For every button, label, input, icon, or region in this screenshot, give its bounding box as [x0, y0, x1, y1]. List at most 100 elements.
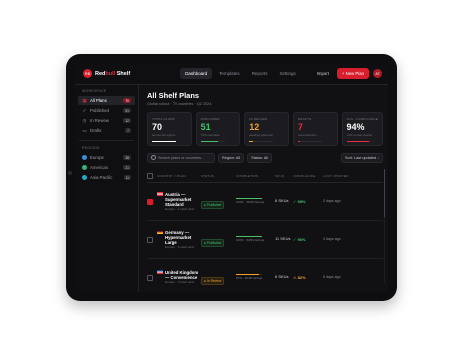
skus-cell: 6 SKUs [275, 274, 289, 280]
plan-meta: Europe · 6 shelf units [165, 244, 195, 249]
flag-icon [157, 229, 163, 234]
tab-templates[interactable]: Templates [214, 68, 245, 79]
status-cell: ● In Review [201, 269, 236, 287]
completion-bar [236, 236, 262, 238]
header-actions: Import + New Plan AT [312, 68, 382, 79]
stat-value: 7 [297, 122, 303, 132]
search-input[interactable]: Search plans or countries... [147, 152, 215, 163]
sidebar-region-americas[interactable]: Americas 21 [78, 163, 135, 172]
new-plan-button[interactable]: + New Plan [336, 68, 369, 79]
globe-icon [82, 155, 87, 160]
tab-dashboard[interactable]: Dashboard [180, 68, 213, 79]
brand-logo[interactable]: RB Redbull Shelf [83, 69, 130, 78]
stat-card-compliance[interactable]: AVG. COMPLIANCE 94% +2% vs last quarter [341, 112, 383, 146]
status-filter[interactable]: Status: All [247, 152, 273, 163]
completion-text: 87% · 26/30 facings [236, 276, 263, 281]
row-checkbox[interactable] [147, 236, 153, 243]
stat-value: 12 [249, 122, 260, 132]
stat-progress-fill [200, 140, 219, 142]
sidebar-item-count: 7 [125, 128, 131, 133]
stat-label: DRAFTS [297, 117, 312, 121]
table-row[interactable]: Germany — Hypermarket Large Europe · 6 s… [147, 221, 383, 259]
header-completion[interactable]: COMPLETION [236, 174, 275, 178]
plan-name[interactable]: Austria — Supermarket Standard [165, 192, 199, 207]
stat-card-total[interactable]: TOTAL PLANS 70 across all regions [147, 112, 192, 146]
plan-meta: Europe · 3 shelf units [165, 280, 195, 285]
page-subtitle: Global rollout · 70 countries · Q2 2024 [147, 102, 212, 106]
sidebar: WORKSPACE ▦ All Plans 70 ✓ Published 51 … [75, 85, 139, 292]
sidebar-item-count: 38 [123, 155, 131, 160]
stat-card-published[interactable]: PUBLISHED 51 73% complete [195, 112, 241, 146]
sidebar-item-all-plans[interactable]: ▦ All Plans 70 [78, 96, 135, 105]
sidebar-item-drafts[interactable]: ▭ Drafts 7 [78, 126, 135, 135]
tab-settings[interactable]: Settings [274, 68, 300, 79]
header-skus[interactable]: SKUS [275, 174, 293, 178]
sidebar-region-europe[interactable]: Europe 38 [78, 153, 135, 162]
completion-cell: 87% · 26/30 facings [236, 274, 275, 281]
row-checkbox[interactable] [147, 198, 153, 205]
table-row[interactable]: Austria — Supermarket Standard Europe · … [147, 183, 383, 221]
tab-reports[interactable]: Reports [247, 68, 273, 79]
compliance-cell: ⚠ 82% [293, 275, 306, 280]
row-checkbox[interactable] [147, 274, 153, 281]
stat-card-drafts[interactable]: DRAFTS 7 need attention [292, 112, 338, 146]
last-updated-cell: 2 days ago [323, 199, 341, 204]
status-badge: ● Published [201, 200, 225, 209]
import-button[interactable]: Import [312, 68, 334, 79]
stats-row: TOTAL PLANS 70 across all regions PUBLIS… [147, 112, 383, 146]
avatar[interactable]: AT [373, 69, 382, 78]
scrollbar[interactable] [383, 169, 385, 284]
row-checkbox-cell [147, 274, 157, 281]
skus-cell: 11 SKUs [275, 236, 291, 242]
sidebar-item-published[interactable]: ✓ Published 51 [78, 106, 135, 115]
stat-progress [297, 140, 322, 142]
completion-bar-fill [236, 236, 262, 238]
plan-name[interactable]: Germany — Hypermarket Large [165, 230, 199, 245]
select-all-checkbox[interactable] [147, 173, 153, 179]
filter-bar: Search plans or countries... Region: All… [147, 152, 383, 163]
scrollbar-thumb[interactable] [383, 169, 385, 217]
sort-dropdown[interactable]: Sort: Last updated ↓ [341, 152, 383, 163]
status-badge: ● Published [201, 238, 225, 247]
sidebar-region-asia-pacific[interactable]: Asia-Pacific 11 [78, 173, 135, 182]
header-checkbox-cell [147, 173, 157, 179]
completion-cell: 100% · 54/54 facings [236, 236, 275, 243]
clock-icon: ◷ [82, 118, 87, 123]
brand-prefix: Red [95, 70, 106, 77]
header-last-updated[interactable]: LAST UPDATED [323, 174, 363, 178]
sidebar-item-count: 12 [123, 118, 131, 123]
brand-name: Redbull Shelf [95, 71, 130, 77]
stat-note: need attention [297, 133, 317, 137]
stat-value: 70 [152, 122, 163, 132]
flag-icon [157, 270, 163, 275]
plan-name[interactable]: United Kingdom — Convenience [165, 270, 199, 280]
country-cell: Germany — Hypermarket Large Europe · 6 s… [157, 229, 201, 250]
sidebar-item-label: Americas [90, 165, 108, 170]
region-filter[interactable]: Region: All [218, 152, 245, 163]
stat-progress-fill [346, 140, 370, 142]
table-row[interactable]: United Kingdom — Convenience Europe · 3 … [147, 259, 383, 292]
sidebar-item-label: Drafts [90, 128, 102, 133]
flag-icon [157, 191, 163, 196]
skus-cell: 8 SKUs [275, 198, 289, 204]
plans-table: COUNTRY / PLAN STATUS COMPLETION SKUS CO… [147, 170, 383, 292]
sidebar-item-count: 51 [123, 108, 131, 113]
header-country[interactable]: COUNTRY / PLAN [157, 174, 201, 178]
sidebar-item-in-review[interactable]: ◷ In Review 12 [78, 116, 135, 125]
nav-tabs: Dashboard Templates Reports Settings [180, 68, 303, 79]
completion-bar-fill [236, 274, 259, 276]
regions-title: REGIONS [82, 146, 100, 150]
grid-icon: ▦ [82, 98, 87, 103]
stat-value: 94% [346, 122, 365, 132]
header-compliance[interactable]: COMPLIANCE [293, 174, 323, 178]
header-status[interactable]: STATUS [201, 174, 236, 178]
stat-progress [200, 140, 225, 142]
status-badge: ● In Review [201, 276, 225, 285]
stat-note: +2% vs last quarter [346, 133, 373, 137]
brand-accent: bull [105, 70, 116, 77]
sidebar-item-count: 70 [123, 98, 131, 103]
country-text: Germany — Hypermarket Large Europe · 6 s… [165, 230, 199, 250]
stat-card-in-review[interactable]: IN REVIEW 12 awaiting approval [244, 112, 289, 146]
sidebar-divider [79, 140, 134, 141]
stat-progress [346, 140, 371, 142]
